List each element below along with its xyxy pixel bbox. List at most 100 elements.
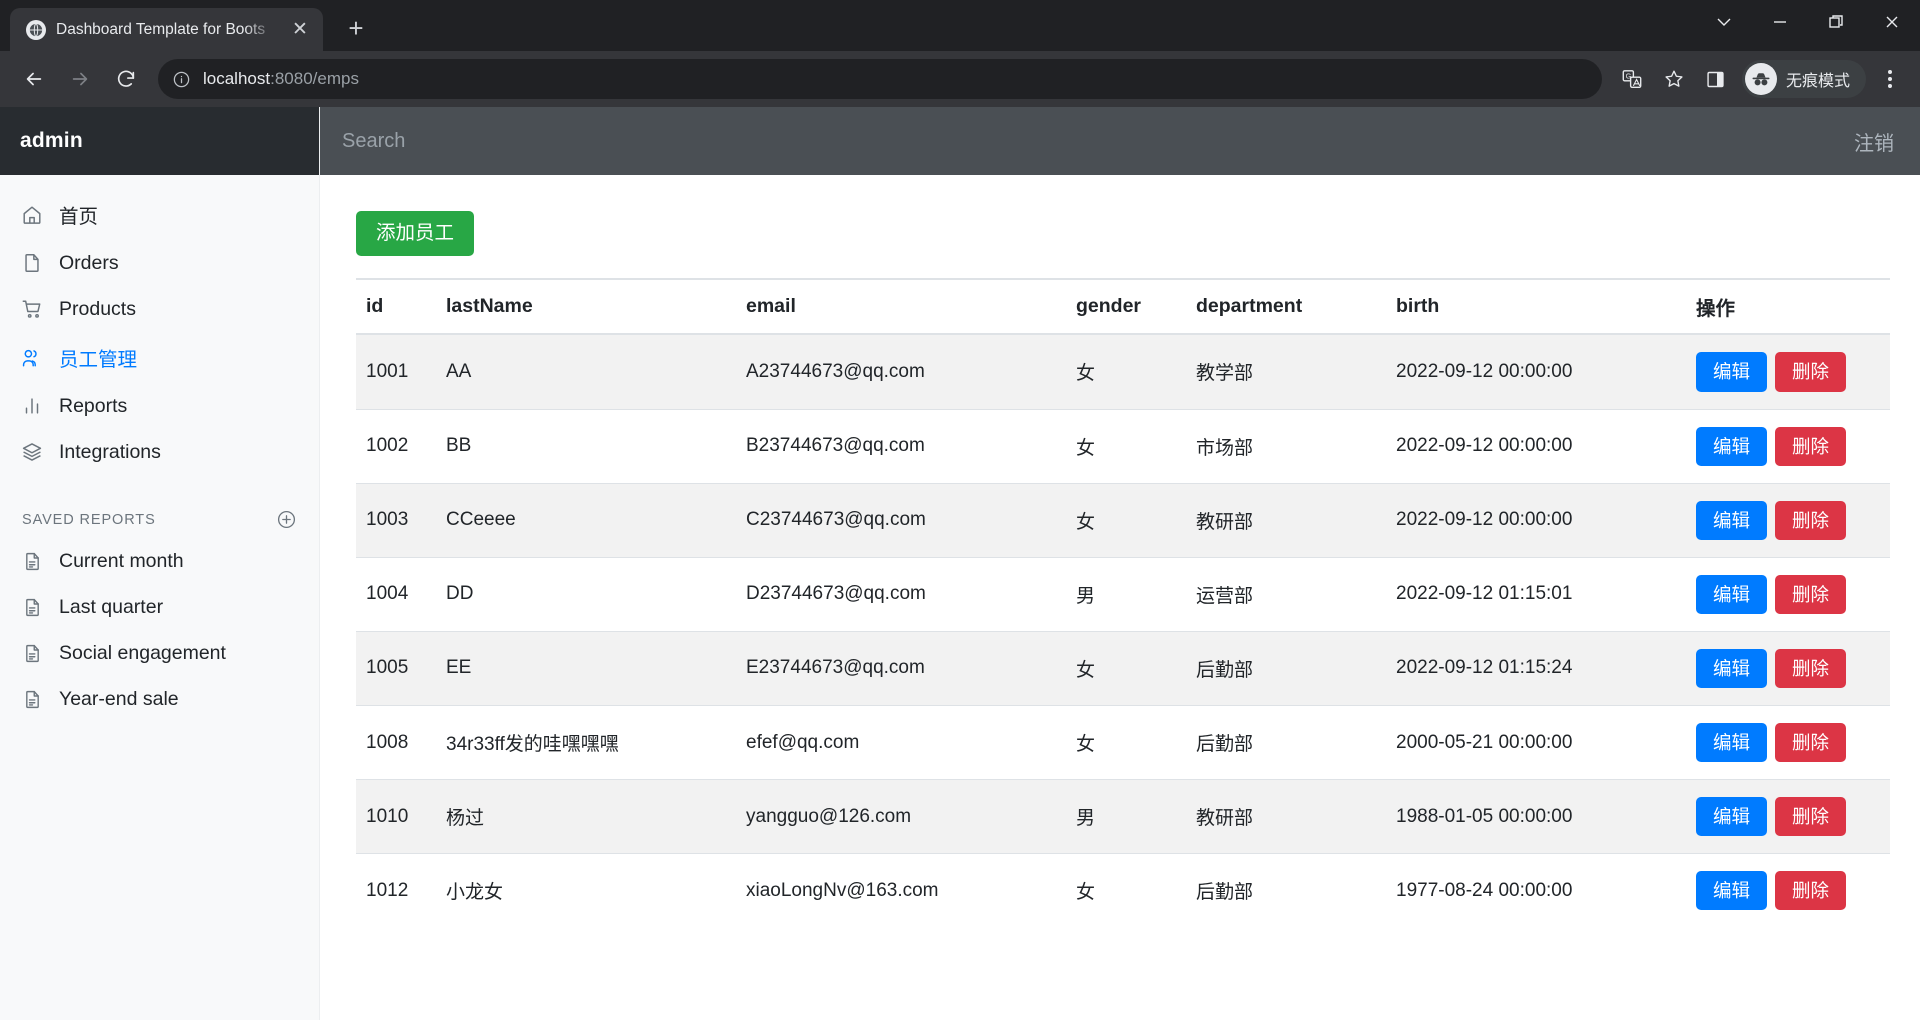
browser-window: Dashboard Template for Boots ✕ + localho… bbox=[0, 0, 1920, 1020]
reload-button[interactable] bbox=[104, 57, 148, 101]
tab-title: Dashboard Template for Boots bbox=[56, 20, 266, 38]
row-cell-department: 后勤部 bbox=[1186, 853, 1386, 928]
row-cell-actions: 编辑 删除 bbox=[1686, 853, 1890, 928]
add-employee-button[interactable]: 添加员工 bbox=[356, 211, 475, 257]
delete-button[interactable]: 删除 bbox=[1775, 797, 1847, 837]
sidebar-item-home[interactable]: 首页 bbox=[0, 189, 319, 240]
kebab-menu-icon[interactable] bbox=[1872, 59, 1908, 99]
sidebar-item-last-quarter[interactable]: Last quarter bbox=[0, 584, 319, 630]
edit-button[interactable]: 编辑 bbox=[1696, 352, 1768, 392]
row-cell-department: 市场部 bbox=[1186, 408, 1386, 484]
edit-button[interactable]: 编辑 bbox=[1696, 500, 1768, 540]
sidebar-item-label: Integrations bbox=[59, 440, 161, 463]
column-header-actions: 操作 bbox=[1686, 278, 1890, 336]
new-tab-button[interactable]: + bbox=[339, 13, 373, 43]
row-cell-id: 1008 bbox=[356, 705, 436, 780]
sidebar-nav: 首页 Orders Products 员工管理 Reports Integrat… bbox=[0, 175, 319, 722]
sidebar-item-label: 员工管理 bbox=[59, 349, 138, 371]
delete-button[interactable]: 删除 bbox=[1775, 352, 1847, 392]
table-row: 1012 小龙女 xiaoLongNv@163.com 女后勤部 1977-08-24 … bbox=[356, 853, 1890, 928]
sidebar-item-orders[interactable]: Orders bbox=[0, 240, 319, 286]
sidebar-item-label: Products bbox=[59, 297, 136, 320]
row-cell-department: 运营部 bbox=[1186, 556, 1386, 632]
window-controls bbox=[1696, 0, 1920, 44]
table-row: 1004 DD D23744673@qq.com 男运营部 2022-09-12 01:… bbox=[356, 556, 1890, 632]
sidebar-brand: admin bbox=[0, 107, 319, 175]
url-path: :8080/emps bbox=[270, 69, 359, 88]
row-cell-email: yangguo@126.com bbox=[736, 779, 1066, 854]
url-text: localhost:8080/emps bbox=[203, 69, 359, 89]
edit-button[interactable]: 编辑 bbox=[1696, 648, 1768, 689]
translate-icon[interactable]: G bbox=[1612, 59, 1652, 99]
site-info-icon[interactable] bbox=[172, 70, 191, 89]
delete-button[interactable]: 删除 bbox=[1775, 723, 1847, 763]
row-cell-actions: 编辑 删除 bbox=[1686, 705, 1890, 780]
delete-button[interactable]: 删除 bbox=[1775, 500, 1847, 540]
row-cell-lastname: CCeeee bbox=[436, 482, 736, 558]
sidebar-item-label: 首页 bbox=[59, 206, 99, 228]
row-cell-birth: 1988-01-05 00:00:00 bbox=[1386, 779, 1686, 854]
row-cell-actions: 编辑 删除 bbox=[1686, 779, 1890, 854]
logout-link[interactable]: 注销 bbox=[1828, 127, 1920, 156]
incognito-label: 无痕模式 bbox=[1785, 73, 1850, 90]
column-header-lastname[interactable]: lastName bbox=[436, 278, 736, 336]
minimize-icon[interactable] bbox=[1752, 0, 1808, 44]
edit-button[interactable]: 编辑 bbox=[1696, 723, 1768, 763]
sidebar-item-employee-management[interactable]: 员工管理 bbox=[0, 332, 319, 383]
top-navbar: 注销 bbox=[320, 107, 1920, 175]
row-cell-birth: 2022-09-12 00:00:00 bbox=[1386, 333, 1686, 410]
row-cell-email: B23744673@qq.com bbox=[736, 408, 1066, 484]
column-header-department[interactable]: department bbox=[1186, 278, 1386, 336]
row-cell-department: 教研部 bbox=[1186, 482, 1386, 558]
sidebar-item-year-end-sale[interactable]: Year-end sale bbox=[0, 676, 319, 722]
delete-button[interactable]: 删除 bbox=[1775, 574, 1847, 614]
search-input[interactable] bbox=[320, 107, 1828, 175]
close-window-icon[interactable] bbox=[1864, 0, 1920, 44]
row-cell-email: E23744673@qq.com bbox=[736, 630, 1066, 706]
edit-button[interactable]: 编辑 bbox=[1696, 797, 1768, 837]
row-cell-birth: 2022-09-12 00:00:00 bbox=[1386, 482, 1686, 558]
browser-tab[interactable]: Dashboard Template for Boots ✕ bbox=[10, 8, 323, 51]
row-cell-gender: 女 bbox=[1066, 853, 1186, 928]
row-cell-id: 1002 bbox=[356, 408, 436, 484]
sidebar-item-integrations[interactable]: Integrations bbox=[0, 429, 319, 475]
sidebar-item-current-month[interactable]: Current month bbox=[0, 538, 319, 584]
saved-reports-title: SAVED REPORTS bbox=[22, 511, 156, 528]
row-cell-actions: 编辑 删除 bbox=[1686, 630, 1890, 706]
edit-button[interactable]: 编辑 bbox=[1696, 426, 1768, 466]
browser-toolbar: localhost:8080/emps G 无痕模式 bbox=[0, 51, 1920, 107]
sidebar-item-social-engagement[interactable]: Social engagement bbox=[0, 630, 319, 676]
delete-button[interactable]: 删除 bbox=[1775, 426, 1847, 466]
maximize-icon[interactable] bbox=[1808, 0, 1864, 44]
edit-button[interactable]: 编辑 bbox=[1696, 871, 1768, 911]
column-header-birth[interactable]: birth bbox=[1386, 278, 1686, 336]
users-icon bbox=[20, 346, 44, 370]
column-header-id[interactable]: id bbox=[356, 278, 436, 336]
row-cell-id: 1012 bbox=[356, 853, 436, 928]
incognito-indicator[interactable]: 无痕模式 bbox=[1741, 60, 1866, 98]
forward-button[interactable] bbox=[58, 57, 102, 101]
row-cell-lastname: BB bbox=[436, 408, 736, 484]
row-cell-actions: 编辑 删除 bbox=[1686, 333, 1890, 410]
row-cell-email: xiaoLongNv@163.com bbox=[736, 853, 1066, 928]
tab-search-icon[interactable] bbox=[1696, 0, 1752, 44]
plus-circle-icon[interactable] bbox=[276, 509, 297, 530]
column-header-gender[interactable]: gender bbox=[1066, 278, 1186, 336]
delete-button[interactable]: 删除 bbox=[1775, 871, 1847, 911]
edit-button[interactable]: 编辑 bbox=[1696, 574, 1768, 614]
delete-button[interactable]: 删除 bbox=[1775, 648, 1847, 689]
sidebar-item-reports[interactable]: Reports bbox=[0, 383, 319, 429]
toolbar-actions: G 无痕模式 bbox=[1612, 59, 1908, 99]
back-button[interactable] bbox=[12, 57, 56, 101]
side-panel-icon[interactable] bbox=[1696, 59, 1736, 99]
cart-icon bbox=[20, 297, 44, 321]
row-cell-gender: 女 bbox=[1066, 705, 1186, 780]
table-row: 1010 杨过 yangguo@126.com 男教研部 1988-01-05 00:0… bbox=[356, 779, 1890, 854]
row-cell-email: A23744673@qq.com bbox=[736, 333, 1066, 410]
column-header-email[interactable]: email bbox=[736, 278, 1066, 336]
tab-close-icon[interactable]: ✕ bbox=[287, 20, 313, 39]
star-icon[interactable] bbox=[1654, 59, 1694, 99]
row-cell-actions: 编辑 删除 bbox=[1686, 556, 1890, 632]
sidebar-item-products[interactable]: Products bbox=[0, 286, 319, 332]
address-bar[interactable]: localhost:8080/emps bbox=[158, 59, 1602, 99]
